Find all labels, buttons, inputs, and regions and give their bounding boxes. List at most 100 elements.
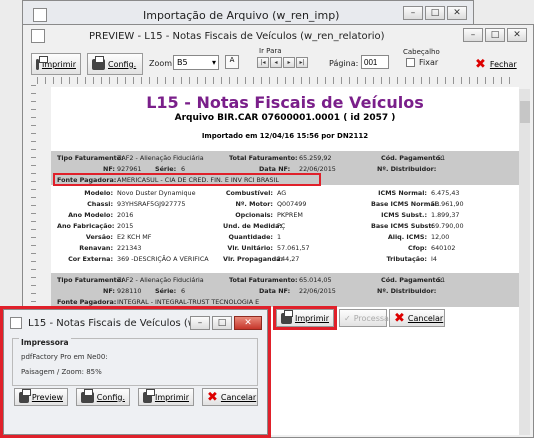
- printer-config-icon: [81, 388, 94, 403]
- detail-value: 6.475,43: [431, 189, 460, 197]
- detail-label: Aliq. ICMS:: [387, 233, 427, 241]
- printer-icon: [281, 309, 293, 324]
- fit-page-button[interactable]: A: [225, 55, 239, 69]
- bottom-print-button[interactable]: Imprimir: [276, 309, 334, 327]
- detail-value: 640102: [431, 244, 456, 252]
- detail-label: Ano Fabricação:: [57, 222, 115, 230]
- data-nf-value: 22/06/2015: [299, 287, 336, 295]
- detail-label: Vlr. Unitário:: [227, 244, 273, 252]
- tipo-label: Tipo Faturamento:: [57, 154, 124, 162]
- minimize-button[interactable]: –: [403, 6, 423, 20]
- cod-pagamento-label: Cód. Pagamento:: [381, 276, 443, 284]
- maximize-button[interactable]: □: [212, 316, 232, 330]
- fonte-pagadora-value: INTEGRAL - INTEGRAL-TRUST TECNOLOGIA E: [117, 298, 260, 306]
- detail-label: Cfop:: [408, 244, 427, 252]
- detail-value: 1: [277, 233, 282, 241]
- last-page-button[interactable]: ▸|: [296, 57, 308, 68]
- impressora-label: Impressora: [19, 338, 71, 347]
- config-button[interactable]: Config.: [87, 53, 143, 75]
- detail-label: ICMS Normal:: [378, 189, 427, 197]
- print-dialog: L15 - Notas Fiscais de Veículos (w... – …: [3, 309, 268, 435]
- tipo-label: Tipo Faturamento:: [57, 276, 124, 284]
- ruler: [37, 77, 517, 84]
- processar-button[interactable]: ✓ Processar: [339, 309, 392, 327]
- total-value: 65.259,92: [299, 154, 332, 162]
- report-file: Arquivo BIR.CAR 07600001.0001 ( id 2057 …: [174, 113, 396, 123]
- printer-icon: [143, 388, 155, 403]
- close-button[interactable]: ✕: [234, 316, 262, 330]
- impressora-group: Impressora pdfFactory Pro em Ne00: Paisa…: [12, 338, 258, 386]
- cabecalho-label: Cabeçalho: [403, 48, 440, 56]
- next-page-button[interactable]: ▸: [283, 57, 295, 68]
- print-button[interactable]: Imprimir: [31, 53, 81, 75]
- close-button[interactable]: ✕: [507, 28, 527, 42]
- page-nav: |◂ ◂ ▸ ▸|: [257, 57, 308, 68]
- close-icon: ✖: [475, 56, 486, 72]
- vertical-scrollbar[interactable]: [518, 89, 530, 435]
- report-imported: Importado em 12/04/16 15:56 por DN2112: [201, 132, 369, 140]
- cod-pagamento-value: 51: [437, 276, 446, 284]
- fixar-checkbox[interactable]: [406, 58, 415, 67]
- detail-label: Ano Modelo:: [68, 211, 113, 219]
- detail-value: 369 -DESCRIÇÃO A VERIFICA: [117, 255, 209, 263]
- zoom-select[interactable]: B5 ▾: [173, 55, 219, 70]
- detail-value: 93YHSRAF5GJ927775: [117, 200, 186, 208]
- maximize-button[interactable]: □: [485, 28, 505, 42]
- scroll-thumb[interactable]: [520, 101, 530, 123]
- preview-titlebar[interactable]: PREVIEW - L15 - Notas Fiscais de Veículo…: [23, 25, 533, 47]
- detail-value: 244,27: [277, 255, 300, 263]
- close-preview-button[interactable]: ✖ Fechar: [475, 53, 534, 75]
- first-page-button[interactable]: |◂: [257, 57, 269, 68]
- zoom-label: Zoom:: [149, 59, 175, 68]
- fonte-highlight: [53, 173, 321, 186]
- dialog-titlebar[interactable]: L15 - Notas Fiscais de Veículos (w... – …: [4, 310, 267, 336]
- minimize-button[interactable]: –: [463, 28, 483, 42]
- app-icon: [10, 317, 22, 329]
- fixar-label: Fixar: [419, 58, 439, 67]
- detail-value: 1.899,37: [431, 211, 460, 219]
- printer-icon: [36, 55, 48, 70]
- detail-label: Und. de Medida:: [223, 222, 283, 230]
- serie-value: 6: [181, 165, 186, 173]
- config-button[interactable]: Config.: [76, 388, 130, 406]
- preview-icon: [19, 388, 31, 403]
- fonte-pagadora-label: Fonte Pagadora:: [57, 298, 117, 306]
- distribuidor-label: Nº. Distribuidor:: [377, 287, 437, 295]
- preview-button[interactable]: Preview: [14, 388, 68, 406]
- detail-label: Cor Externa:: [68, 255, 113, 263]
- detail-value: 221343: [117, 244, 142, 252]
- nf-label: NF:: [103, 287, 115, 295]
- total-label: Total Faturamento:: [229, 276, 298, 284]
- detail-value: 57.061,57: [277, 244, 310, 252]
- detail-value: AG: [277, 189, 287, 197]
- detail-label: Vlr. Propaganda:: [223, 255, 284, 263]
- printer-config-icon: [92, 55, 105, 70]
- detail-label: Versão:: [85, 233, 113, 241]
- maximize-button[interactable]: □: [425, 6, 445, 20]
- detail-label: Tributação:: [386, 255, 427, 263]
- minimize-button[interactable]: –: [190, 316, 210, 330]
- detail-value: Novo Duster Dynamique: [117, 189, 196, 197]
- detail-label: ICMS Subst.:: [381, 211, 427, 219]
- cancel-button[interactable]: ✖ Cancelar: [202, 388, 258, 406]
- detail-value: E2 KCH MF: [117, 233, 152, 241]
- data-nf-value: 22/06/2015: [299, 165, 336, 173]
- detail-label: Base ICMS Subst:: [371, 222, 434, 230]
- serie-value: 6: [181, 287, 186, 295]
- ir-para-label: Ir Para: [259, 47, 282, 55]
- import-window-title: Importação de Arquivo (w_ren_imp): [143, 8, 340, 22]
- print-button[interactable]: Imprimir: [138, 388, 194, 406]
- close-button[interactable]: ✕: [447, 6, 467, 20]
- nf-value: 928110: [117, 287, 142, 295]
- detail-label: Nº. Motor:: [235, 200, 273, 208]
- page-setup: Paisagem / Zoom: 85%: [21, 368, 102, 376]
- page-number-input[interactable]: [361, 55, 389, 69]
- detail-value: Q007499: [277, 200, 307, 208]
- bottom-cancel-button[interactable]: ✖ Cancelar: [389, 309, 445, 327]
- prev-page-button[interactable]: ◂: [270, 57, 282, 68]
- total-value: 65.014,05: [299, 276, 332, 284]
- nf-label: NF:: [103, 165, 115, 173]
- app-icon: [33, 8, 47, 22]
- detail-value: I4: [431, 255, 437, 263]
- printer-name: pdfFactory Pro em Ne00:: [21, 353, 108, 361]
